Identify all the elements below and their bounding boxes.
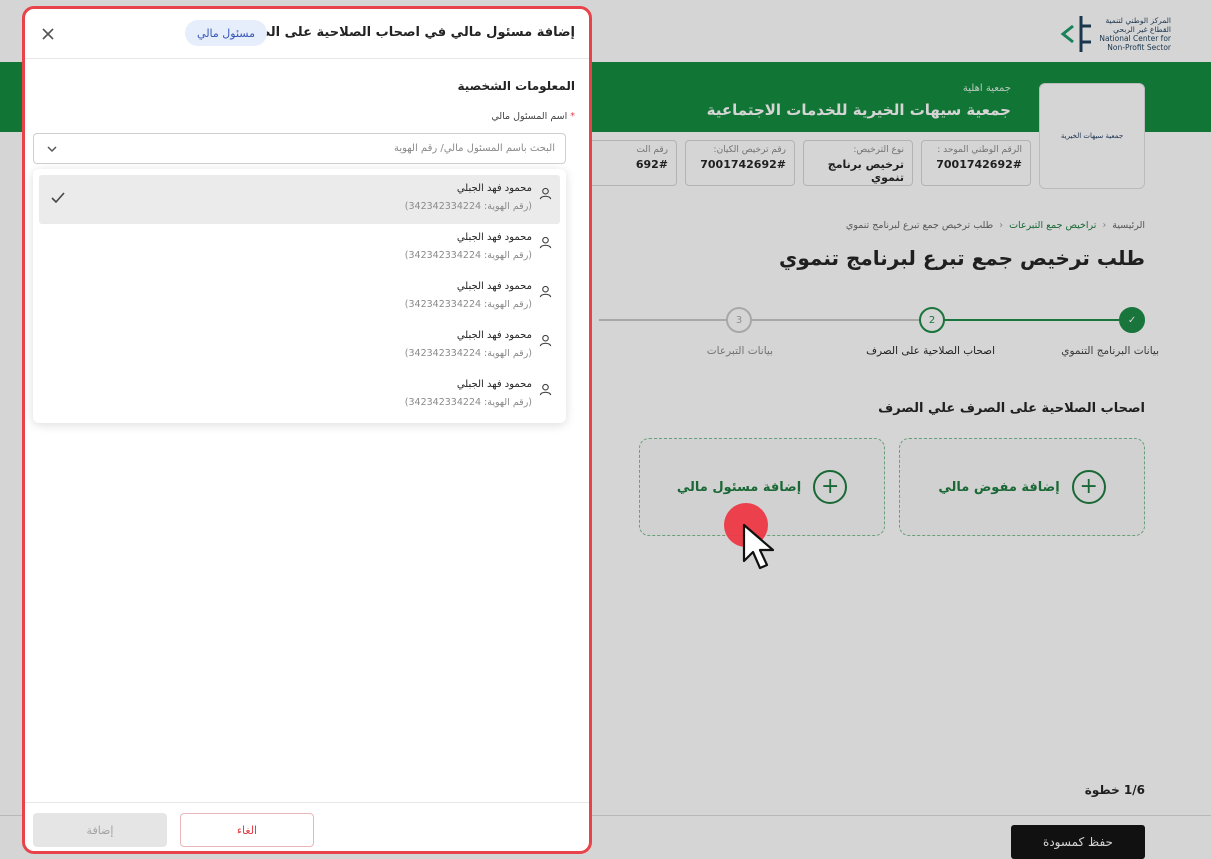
- officer-option[interactable]: محمود فهد الجبلي (رقم الهوية: 3423423342…: [39, 371, 560, 420]
- user-icon: [539, 334, 552, 347]
- user-icon: [539, 187, 552, 200]
- officer-search-input[interactable]: [95, 134, 555, 163]
- officer-option[interactable]: محمود فهد الجبلي (رقم الهوية: 3423423342…: [39, 175, 560, 224]
- officer-option-id: (رقم الهوية: 342342334224): [404, 348, 532, 359]
- add-button[interactable]: إضافة: [33, 813, 167, 847]
- drawer-header: إضافة مسئول مالي في اصحاب الصلاحية على ا…: [25, 9, 589, 59]
- officer-option[interactable]: محمود فهد الجبلي (رقم الهوية: 3423423342…: [39, 322, 560, 371]
- officer-name-label: *اسم المسئول مالي: [491, 111, 575, 122]
- officer-dropdown: محمود فهد الجبلي (رقم الهوية: 3423423342…: [33, 169, 566, 423]
- officer-option-name: محمود فهد الجبلي: [456, 281, 532, 292]
- officer-option-id: (رقم الهوية: 342342334224): [404, 250, 532, 261]
- officer-option-name: محمود فهد الجبلي: [456, 232, 532, 243]
- officer-option-name: محمود فهد الجبلي: [456, 330, 532, 341]
- cursor-arrow-icon: [742, 523, 775, 570]
- officer-option-id: (رقم الهوية: 342342334224): [404, 299, 532, 310]
- drawer-title: إضافة مسئول مالي في اصحاب الصلاحية على ا…: [234, 25, 575, 40]
- officer-option-id: (رقم الهوية: 342342334224): [404, 397, 532, 408]
- officer-option[interactable]: محمود فهد الجبلي (رقم الهوية: 3423423342…: [39, 224, 560, 273]
- user-icon: [539, 383, 552, 396]
- officer-option[interactable]: محمود فهد الجبلي (رقم الهوية: 3423423342…: [39, 273, 560, 322]
- add-financial-officer-drawer: إضافة مسئول مالي في اصحاب الصلاحية على ا…: [22, 6, 592, 854]
- check-icon: [51, 192, 65, 204]
- user-icon: [539, 285, 552, 298]
- close-button[interactable]: [35, 21, 61, 47]
- officer-option-id: (رقم الهوية: 342342334224): [404, 201, 532, 212]
- officer-name-label-text: اسم المسئول مالي: [491, 111, 568, 122]
- drawer-footer: الغاء إضافة: [25, 802, 589, 851]
- personal-info-heading: المعلومات الشخصية: [457, 79, 575, 93]
- cancel-button[interactable]: الغاء: [180, 813, 314, 847]
- role-badge: مسئول مالي: [185, 20, 267, 46]
- close-icon: [42, 28, 54, 40]
- required-mark: *: [570, 111, 575, 122]
- officer-option-name: محمود فهد الجبلي: [456, 379, 532, 390]
- officer-search-field[interactable]: [33, 133, 566, 164]
- user-icon: [539, 236, 552, 249]
- chevron-down-icon[interactable]: [46, 143, 58, 155]
- officer-option-name: محمود فهد الجبلي: [456, 183, 532, 194]
